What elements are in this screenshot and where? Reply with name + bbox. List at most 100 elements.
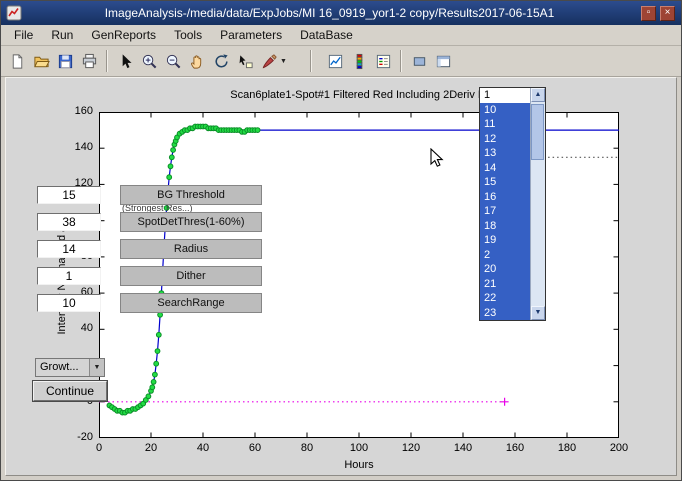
open-folder-icon bbox=[33, 53, 50, 70]
x-axis-label: Hours bbox=[99, 459, 619, 471]
y-tick-label: 40 bbox=[51, 322, 93, 334]
bg-threshold-row: BG Threshold bbox=[37, 185, 267, 205]
edit-plot-button[interactable] bbox=[113, 49, 137, 73]
spot-det-thres-input[interactable] bbox=[37, 213, 101, 231]
listbox-items: 110111213141516171819220212223 bbox=[480, 88, 530, 320]
toolbar-separator bbox=[310, 50, 312, 72]
insert-legend-button[interactable] bbox=[371, 49, 395, 73]
show-plot-tools-icon bbox=[435, 53, 452, 70]
continue-button[interactable]: Continue bbox=[33, 381, 107, 401]
spot-det-thres-button[interactable]: SpotDetThres(1-60%) bbox=[120, 212, 262, 232]
listbox-item-18[interactable]: 18 bbox=[480, 219, 530, 234]
x-tick-label: 200 bbox=[599, 442, 639, 454]
dither-row: Dither bbox=[37, 266, 267, 286]
growth-dropdown-label: Growt... bbox=[36, 359, 89, 376]
listbox-item-2[interactable]: 2 bbox=[480, 248, 530, 263]
spot-det-thres-row: SpotDetThres(1-60%) bbox=[37, 212, 267, 232]
pan-button[interactable] bbox=[185, 49, 209, 73]
listbox-item-13[interactable]: 13 bbox=[480, 146, 530, 161]
figure-canvas: Scan6plate1-Spot#1 Filtered Red Includin… bbox=[5, 77, 677, 476]
radius-button[interactable]: Radius bbox=[120, 239, 262, 259]
dropdown-arrow-icon[interactable]: ▼ bbox=[89, 359, 104, 376]
mouse-cursor bbox=[430, 148, 444, 168]
rotate-3d-button[interactable] bbox=[209, 49, 233, 73]
brush-caret-icon: ▼ bbox=[280, 58, 287, 65]
listbox-item-12[interactable]: 12 bbox=[480, 132, 530, 147]
bg-threshold-input[interactable] bbox=[37, 186, 101, 204]
print-figure-button[interactable] bbox=[77, 49, 101, 73]
dither-button[interactable]: Dither bbox=[120, 266, 262, 286]
x-tick-label: 140 bbox=[443, 442, 483, 454]
menu-item-database[interactable]: DataBase bbox=[291, 26, 362, 44]
spot-listbox[interactable]: 110111213141516171819220212223 ▲ ▼ bbox=[479, 87, 546, 321]
x-tick-label: 120 bbox=[391, 442, 431, 454]
listbox-item-14[interactable]: 14 bbox=[480, 161, 530, 176]
search-range-button[interactable]: SearchRange bbox=[120, 293, 262, 313]
menu-item-tools[interactable]: Tools bbox=[165, 26, 211, 44]
rotate-3d-icon bbox=[213, 53, 230, 70]
listbox-item-16[interactable]: 16 bbox=[480, 190, 530, 205]
menu-item-file[interactable]: File bbox=[5, 26, 42, 44]
title-bar: ImageAnalysis-/media/data/ExpJobs/MI 16_… bbox=[1, 1, 681, 25]
brush-menu-button[interactable]: ▼ bbox=[277, 49, 290, 73]
x-tick-label: 40 bbox=[183, 442, 223, 454]
radius-row: Radius bbox=[37, 239, 267, 259]
open-file-button[interactable] bbox=[29, 49, 53, 73]
colorbar-icon bbox=[351, 53, 368, 70]
hide-plot-tools-button[interactable] bbox=[407, 49, 431, 73]
listbox-item-15[interactable]: 15 bbox=[480, 175, 530, 190]
scrollbar-track[interactable] bbox=[531, 102, 545, 306]
menu-item-run[interactable]: Run bbox=[42, 26, 82, 44]
show-plot-tools-button[interactable] bbox=[431, 49, 455, 73]
close-button[interactable]: × bbox=[660, 6, 675, 21]
scroll-up-icon[interactable]: ▲ bbox=[531, 88, 545, 102]
zoom-in-button[interactable] bbox=[137, 49, 161, 73]
pointer-icon bbox=[117, 53, 134, 70]
zoom-out-icon bbox=[165, 53, 182, 70]
legend-icon bbox=[375, 53, 392, 70]
search-range-row: SearchRange bbox=[37, 293, 267, 313]
listbox-item-10[interactable]: 10 bbox=[480, 103, 530, 118]
new-document-icon bbox=[9, 53, 26, 70]
data-cursor-button[interactable] bbox=[233, 49, 257, 73]
save-figure-button[interactable] bbox=[53, 49, 77, 73]
listbox-item-1[interactable]: 1 bbox=[480, 88, 530, 103]
scrollbar-thumb[interactable] bbox=[531, 104, 544, 160]
pan-hand-icon bbox=[189, 53, 206, 70]
toolbar-separator bbox=[106, 50, 108, 72]
window-controls: ▫ × bbox=[641, 6, 675, 21]
x-tick-label: 0 bbox=[79, 442, 119, 454]
toolbar: ▼ bbox=[1, 46, 681, 77]
new-figure-button[interactable] bbox=[5, 49, 29, 73]
listbox-item-19[interactable]: 19 bbox=[480, 233, 530, 248]
insert-colorbar-button[interactable] bbox=[347, 49, 371, 73]
dither-input[interactable] bbox=[37, 267, 101, 285]
listbox-item-17[interactable]: 17 bbox=[480, 204, 530, 219]
hide-plot-tools-icon bbox=[411, 53, 428, 70]
growth-dropdown[interactable]: Growt... ▼ bbox=[35, 358, 105, 377]
menu-bar: FileRunGenReportsToolsParametersDataBase bbox=[1, 25, 681, 46]
listbox-item-20[interactable]: 20 bbox=[480, 262, 530, 277]
iconify-button[interactable]: ▫ bbox=[641, 6, 656, 21]
listbox-scrollbar[interactable]: ▲ ▼ bbox=[530, 88, 545, 320]
listbox-item-22[interactable]: 22 bbox=[480, 291, 530, 306]
bg-threshold-button[interactable]: BG Threshold bbox=[120, 185, 262, 205]
x-tick-label: 100 bbox=[339, 442, 379, 454]
link-plot-button[interactable] bbox=[323, 49, 347, 73]
radius-input[interactable] bbox=[37, 240, 101, 258]
x-tick-label: 20 bbox=[131, 442, 171, 454]
toolbar-separator bbox=[400, 50, 402, 72]
y-tick-label: 160 bbox=[51, 105, 93, 117]
listbox-item-21[interactable]: 21 bbox=[480, 277, 530, 292]
scroll-down-icon[interactable]: ▼ bbox=[531, 306, 545, 320]
listbox-item-23[interactable]: 23 bbox=[480, 306, 530, 321]
zoom-out-button[interactable] bbox=[161, 49, 185, 73]
x-tick-label: 80 bbox=[287, 442, 327, 454]
x-tick-label: 180 bbox=[547, 442, 587, 454]
window-title: ImageAnalysis-/media/data/ExpJobs/MI 16_… bbox=[22, 6, 637, 20]
search-range-input[interactable] bbox=[37, 294, 101, 312]
listbox-item-11[interactable]: 11 bbox=[480, 117, 530, 132]
menu-item-genreports[interactable]: GenReports bbox=[82, 26, 165, 44]
menu-item-parameters[interactable]: Parameters bbox=[211, 26, 291, 44]
app-icon bbox=[6, 5, 22, 21]
